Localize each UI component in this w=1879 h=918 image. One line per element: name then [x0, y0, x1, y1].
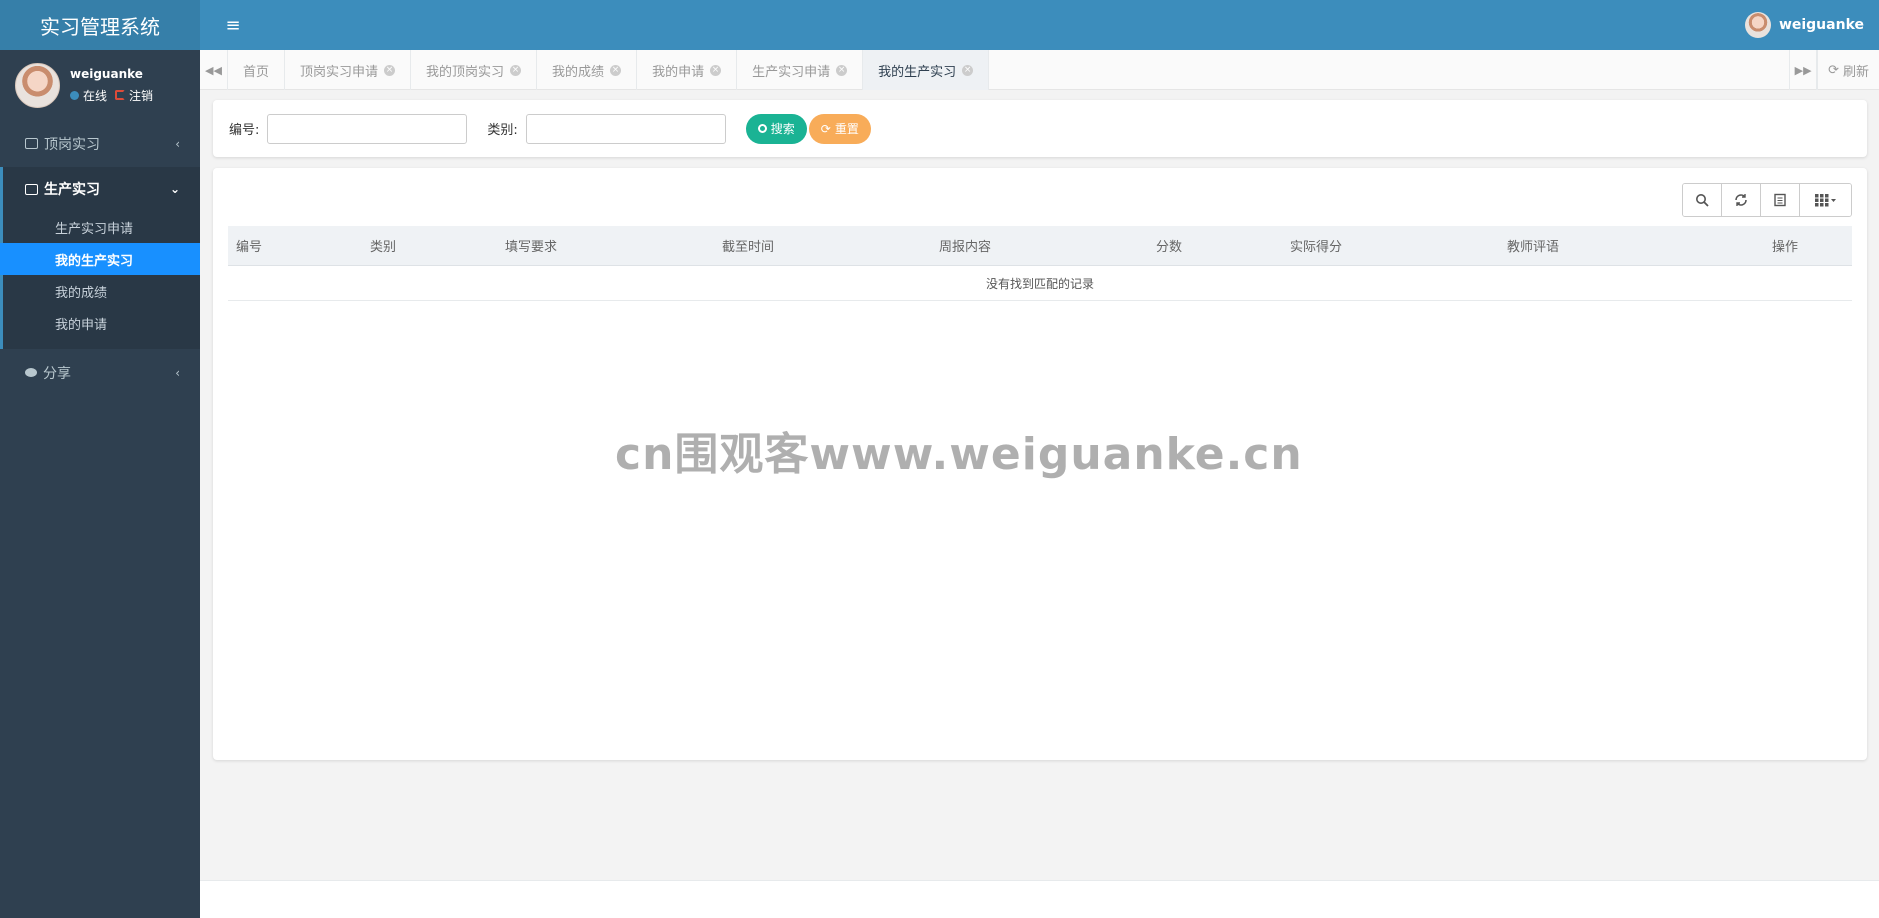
chevron-left-icon: ‹ — [175, 365, 180, 380]
tabs-scroll-right-icon[interactable]: ▶▶ — [1789, 50, 1818, 90]
close-tab-icon[interactable]: × — [710, 64, 722, 76]
tab-my-applications[interactable]: 我的申请 × — [637, 50, 738, 90]
sidebar-item-share[interactable]: 分享 ‹ — [0, 349, 200, 396]
sign-out-icon — [115, 89, 126, 100]
tab-home[interactable]: 首页 — [228, 50, 286, 90]
records-table: 编号 类别 填写要求 截至时间 周报内容 分数 实际得分 教师评语 操作 没有找… — [228, 226, 1852, 301]
refresh-button[interactable]: ⟳ 刷新 — [1817, 50, 1879, 90]
columns-grid-icon — [1814, 194, 1836, 207]
column-header: 教师评语 — [1507, 240, 1560, 255]
close-tab-icon[interactable]: × — [836, 64, 848, 76]
sidebar: 实习管理系统 weiguanke 在线 注销 顶岗实习 ‹ 生产实习 ⌄ 生产实… — [0, 0, 200, 918]
tab-dinggang-apply[interactable]: 顶岗实习申请 × — [285, 50, 412, 90]
top-header: ≡ weiguanke — [200, 0, 1879, 50]
reset-button[interactable]: ⟳ 重置 — [808, 113, 871, 144]
column-header: 填写要求 — [505, 240, 558, 255]
sidebar-menu: 顶岗实习 ‹ 生产实习 ⌄ 生产实习申请 我的生产实习 我的成绩 我的申请 分享… — [0, 120, 200, 396]
column-header: 编号 — [236, 240, 263, 255]
refresh-icon: ⟳ — [1828, 62, 1839, 78]
number-input[interactable] — [267, 113, 468, 144]
empty-table-message: 没有找到匹配的记录 — [228, 266, 1852, 301]
id-card-icon — [25, 138, 38, 149]
toolbar-search-button[interactable] — [1683, 184, 1722, 216]
sidebar-subitem-my-practice[interactable]: 我的生产实习 — [0, 243, 200, 275]
watermark-text: cn围观客www.weiguanke.cn — [615, 429, 1303, 480]
column-header: 分数 — [1156, 240, 1183, 255]
header-user-name: weiguanke — [1778, 17, 1864, 33]
header-avatar — [1744, 12, 1771, 38]
column-header: 操作 — [1772, 240, 1799, 255]
chevron-left-icon: ‹ — [175, 136, 180, 151]
badge-icon — [25, 183, 38, 195]
sidebar-subitem-my-grades[interactable]: 我的成绩 — [3, 275, 200, 307]
column-header: 截至时间 — [722, 240, 775, 255]
online-dot-icon — [70, 90, 79, 100]
logout-link[interactable]: 注销 — [115, 87, 153, 104]
table-header-row: 编号 类别 填写要求 截至时间 周报内容 分数 实际得分 教师评语 操作 — [228, 226, 1852, 266]
comment-icon — [25, 368, 37, 377]
user-panel: weiguanke 在线 注销 — [0, 50, 200, 120]
menu-group-share: 分享 ‹ — [0, 349, 200, 396]
user-avatar — [15, 62, 60, 108]
sidebar-subitem-my-applications[interactable]: 我的申请 — [3, 307, 200, 339]
tab-shengchan-apply[interactable]: 生产实习申请 × — [737, 50, 864, 90]
close-tab-icon[interactable]: × — [962, 64, 974, 76]
tab-my-dinggang[interactable]: 我的顶岗实习 × — [411, 50, 538, 90]
number-label: 编号: — [229, 123, 260, 138]
chevron-down-icon: ⌄ — [169, 182, 180, 196]
close-tab-icon[interactable]: × — [610, 64, 622, 76]
search-icon — [757, 124, 767, 133]
toolbar-columns-dropdown[interactable] — [1800, 184, 1851, 216]
sidebar-user-name: weiguanke — [70, 66, 143, 81]
search-form: 编号: 类别: 搜索 ⟳ 重置 — [213, 100, 1867, 157]
tabs-scroll-left-icon[interactable]: ◀◀ — [200, 50, 228, 90]
tab-my-shengchan[interactable]: 我的生产实习 × — [863, 50, 990, 90]
category-input[interactable] — [525, 113, 726, 144]
category-label: 类别: — [487, 123, 518, 138]
sidebar-item-shengchan[interactable]: 生产实习 ⌄ — [3, 167, 200, 211]
header-user-menu[interactable]: weiguanke — [1744, 12, 1864, 38]
close-tab-icon[interactable]: × — [510, 64, 522, 76]
close-tab-icon[interactable]: × — [384, 64, 396, 76]
online-status: 在线 — [70, 87, 107, 104]
menu-group-dinggang: 顶岗实习 ‹ — [0, 120, 200, 167]
list-view-icon — [1774, 193, 1786, 207]
column-header: 类别 — [370, 240, 397, 255]
search-button[interactable]: 搜索 — [745, 113, 807, 144]
tab-my-grades[interactable]: 我的成绩 × — [537, 50, 638, 90]
app-logo-title: 实习管理系统 — [0, 0, 200, 50]
table-toolbar — [1682, 183, 1852, 217]
search-icon — [1696, 194, 1709, 207]
column-header: 实际得分 — [1290, 240, 1343, 255]
footer — [200, 880, 1879, 918]
toolbar-toggle-view-button[interactable] — [1761, 184, 1800, 216]
menu-group-shengchan: 生产实习 ⌄ 生产实习申请 我的生产实习 我的成绩 我的申请 — [0, 167, 200, 349]
tab-list: 首页 顶岗实习申请 × 我的顶岗实习 × 我的成绩 × 我的申请 × 生产实习申请 × 我… — [228, 50, 1789, 90]
toolbar-refresh-button[interactable] — [1722, 184, 1761, 216]
refresh-icon — [1735, 194, 1747, 206]
sidebar-subitem-apply[interactable]: 生产实习申请 — [3, 211, 200, 243]
column-header: 周报内容 — [939, 240, 992, 255]
page-tabs: ◀◀ 首页 顶岗实习申请 × 我的顶岗实习 × 我的成绩 × 我的申请 × 生产实习申请… — [200, 50, 1879, 90]
menu-toggle-icon[interactable]: ≡ — [208, 0, 258, 50]
sidebar-item-dinggang[interactable]: 顶岗实习 ‹ — [0, 120, 200, 167]
refresh-icon: ⟳ — [820, 121, 831, 136]
